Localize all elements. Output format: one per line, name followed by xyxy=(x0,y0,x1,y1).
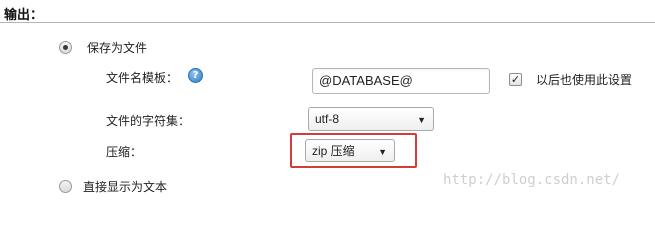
remember-setting-checkbox[interactable]: ✓ xyxy=(509,73,522,86)
save-as-file-radio[interactable] xyxy=(59,41,72,54)
dropdown-arrow-icon: ▼ xyxy=(378,147,387,157)
compression-label: 压缩： xyxy=(106,145,143,159)
save-as-file-label: 保存为文件 xyxy=(87,41,148,55)
help-icon[interactable]: ? xyxy=(188,68,203,83)
show-as-text-radio[interactable] xyxy=(59,180,72,193)
compression-select[interactable]: zip 压缩 ▼ xyxy=(305,139,395,162)
show-as-text-label: 直接显示为文本 xyxy=(83,180,168,194)
filename-template-label: 文件名模板： xyxy=(106,71,179,85)
section-divider xyxy=(0,22,655,23)
remember-setting-label: 以后也使用此设置 xyxy=(536,73,633,87)
dropdown-arrow-icon: ▼ xyxy=(417,115,426,125)
compression-select-value: zip 压缩 xyxy=(312,144,355,158)
watermark-text: http://blog.csdn.net/ xyxy=(443,172,621,188)
charset-select[interactable]: utf-8 ▼ xyxy=(308,107,434,131)
section-title: 输出： xyxy=(4,8,44,23)
charset-label: 文件的字符集： xyxy=(106,114,191,128)
charset-select-value: utf-8 xyxy=(315,112,340,126)
filename-template-input[interactable]: @DATABASE@ xyxy=(312,68,490,94)
